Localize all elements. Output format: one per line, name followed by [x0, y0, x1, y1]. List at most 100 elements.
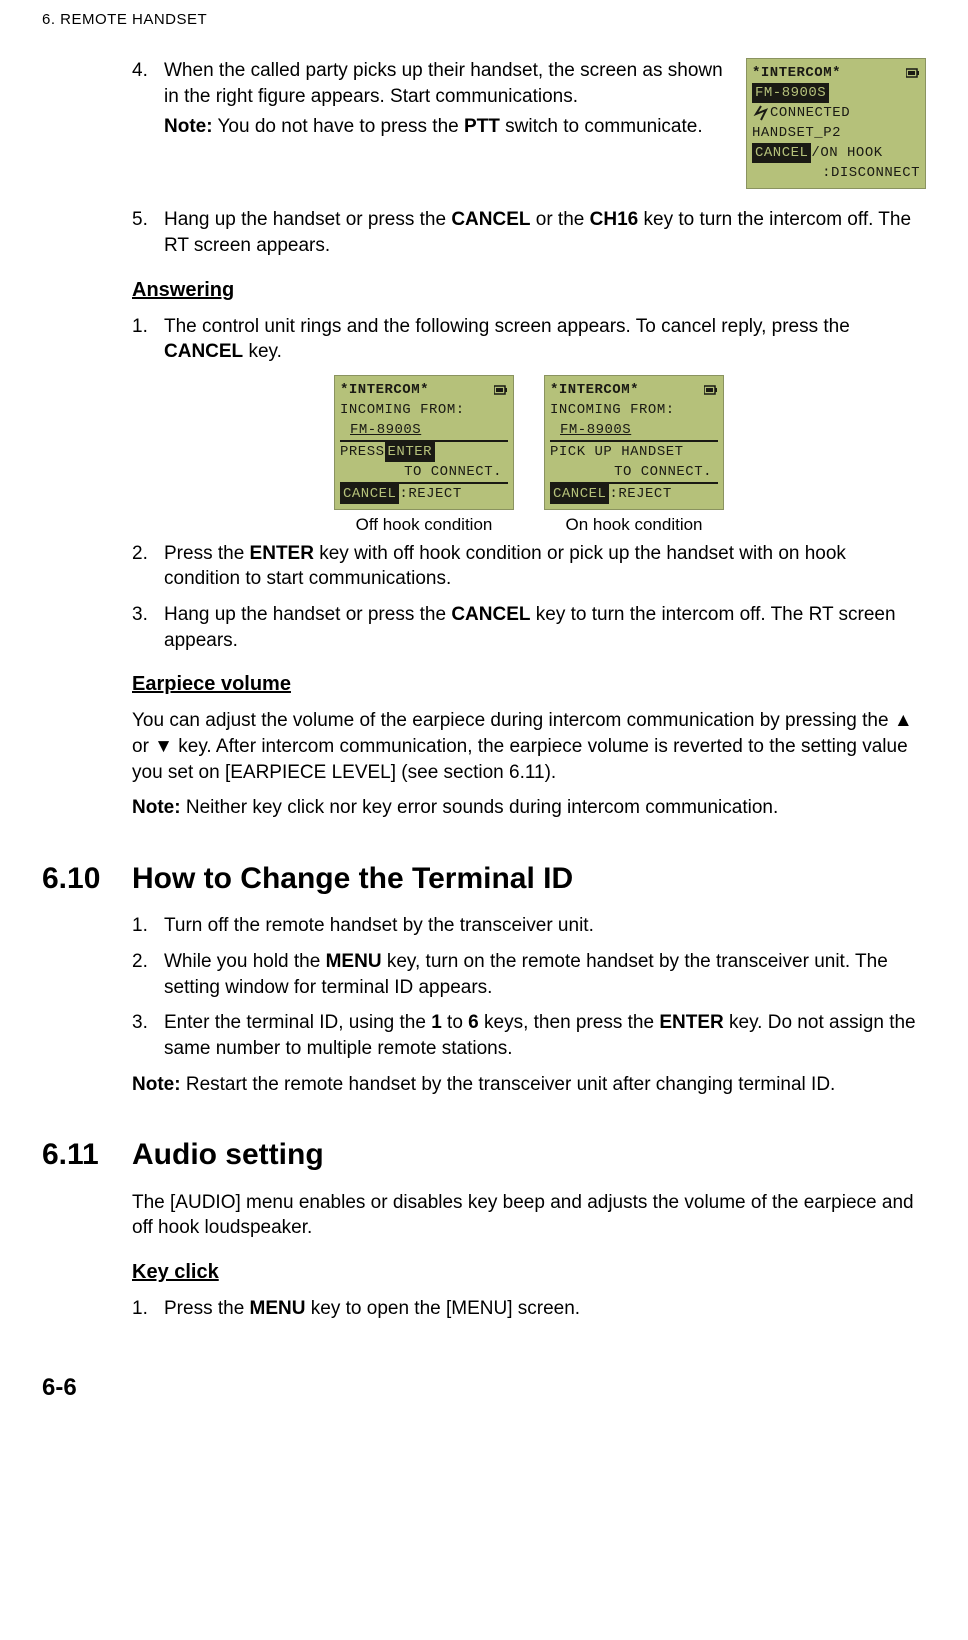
step-number: 3. — [132, 602, 164, 653]
s610-step-3: 3. Enter the terminal ID, using the 1 to… — [132, 1010, 926, 1061]
step-number: 1. — [132, 314, 164, 365]
lcd-line: FM-8900S — [350, 420, 421, 440]
page-number: 6-6 — [42, 1372, 926, 1404]
lcd-line3: HANDSET_P2 — [752, 123, 841, 143]
step-4: 4. When the called party picks up their … — [132, 58, 926, 189]
text: keys, then press the — [479, 1012, 660, 1033]
lcd-title: *INTERCOM* — [752, 63, 841, 83]
section-6-11-heading: 6.11 Audio setting — [42, 1135, 926, 1176]
lcd-foot2: :DISCONNECT — [822, 163, 920, 183]
lcd-on-hook: *INTERCOM* INCOMING FROM: FM-8900S PICK … — [544, 375, 724, 510]
text: The control unit rings and the following… — [164, 316, 850, 337]
lcd-line: FM-8900S — [560, 420, 631, 440]
note-text-a: You do not have to press the — [213, 116, 464, 137]
lcd-off-hook: *INTERCOM* INCOMING FROM: FM-8900S PRESS… — [334, 375, 514, 510]
text: Press the — [164, 543, 250, 564]
answering-step-1: 1. The control unit rings and the follow… — [132, 314, 926, 365]
cancel-key: CANCEL — [164, 341, 243, 362]
text: Hang up the handset or press the — [164, 604, 451, 625]
note-text: Neither key click nor key error sounds d… — [181, 797, 779, 818]
step-number: 1. — [132, 1296, 164, 1322]
text: Press the — [164, 1298, 250, 1319]
battery-icon — [906, 68, 920, 78]
lcd-connected: *INTERCOM* FM-8900S CONNECTED HANDSET_P2… — [746, 58, 926, 189]
step-5-text: Hang up the handset or press the CANCEL … — [164, 207, 926, 258]
incoming-screens: *INTERCOM* INCOMING FROM: FM-8900S PRESS… — [132, 375, 926, 537]
section-number: 6.10 — [42, 859, 132, 900]
menu-key: MENU — [326, 951, 382, 972]
step-number: 2. — [132, 949, 164, 1000]
ch16-key: CH16 — [590, 209, 639, 230]
step-number: 2. — [132, 541, 164, 592]
lcd-title: *INTERCOM* — [550, 380, 639, 400]
step-text: Press the MENU key to open the [MENU] sc… — [164, 1296, 926, 1322]
lcd-line: INCOMING FROM: — [340, 400, 465, 420]
cancel-label: CANCEL — [340, 484, 399, 504]
lcd-foot-rest: /ON HOOK — [811, 143, 882, 163]
answering-step-1-text: The control unit rings and the following… — [164, 314, 926, 365]
s610-note: Note: Restart the remote handset by the … — [132, 1072, 926, 1098]
battery-icon — [704, 385, 718, 395]
s610-step-2: 2. While you hold the MENU key, turn on … — [132, 949, 926, 1000]
earpiece-heading: Earpiece volume — [132, 671, 926, 698]
earpiece-note: Note: Neither key click nor key error so… — [132, 795, 926, 821]
note-label: Note: — [132, 797, 181, 818]
keyclick-heading: Key click — [132, 1259, 926, 1286]
answering-heading: Answering — [132, 277, 926, 304]
note-label: Note: — [164, 116, 213, 137]
section-title: How to Change the Terminal ID — [132, 859, 573, 900]
cancel-key: CANCEL — [451, 209, 530, 230]
key-6: 6 — [468, 1012, 479, 1033]
cancel-label: CANCEL — [550, 484, 609, 504]
text: key. — [243, 341, 282, 362]
lcd-foot-inv: CANCEL — [752, 143, 811, 163]
step-text: While you hold the MENU key, turn on the… — [164, 949, 926, 1000]
lcd-line: TO CONNECT. — [614, 462, 712, 482]
text: While you hold the — [164, 951, 326, 972]
text: Enter the terminal ID, using the — [164, 1012, 431, 1033]
section-6-10-heading: 6.10 How to Change the Terminal ID — [42, 859, 926, 900]
section-number: 6.11 — [42, 1135, 132, 1176]
lcd-title: *INTERCOM* — [340, 380, 429, 400]
on-hook-caption: On hook condition — [544, 514, 724, 537]
step-4-text: When the called party picks up their han… — [164, 58, 728, 189]
enter-label: ENTER — [385, 442, 436, 462]
step-text: Turn off the remote handset by the trans… — [164, 913, 926, 939]
lcd-line1: FM-8900S — [752, 83, 829, 103]
step-4-desc: When the called party picks up their han… — [164, 60, 723, 107]
answering-step-2-text: Press the ENTER key with off hook condit… — [164, 541, 926, 592]
text: or the — [530, 209, 589, 230]
text: Hang up the handset or press the — [164, 209, 451, 230]
lcd-foot: :REJECT — [399, 484, 461, 504]
note-text-b: switch to communicate. — [500, 116, 703, 137]
step-number: 5. — [132, 207, 164, 258]
cancel-key: CANCEL — [451, 604, 530, 625]
menu-key: MENU — [250, 1298, 306, 1319]
lcd-line: PRESS — [340, 442, 385, 462]
step-text: Enter the terminal ID, using the 1 to 6 … — [164, 1010, 926, 1061]
step-number: 4. — [132, 58, 164, 189]
s610-step-1: 1. Turn off the remote handset by the tr… — [132, 913, 926, 939]
step-5: 5. Hang up the handset or press the CANC… — [132, 207, 926, 258]
lcd-line2: CONNECTED — [770, 103, 850, 123]
s611-intro: The [AUDIO] menu enables or disables key… — [132, 1190, 926, 1241]
answering-step-2: 2. Press the ENTER key with off hook con… — [132, 541, 926, 592]
step-number: 1. — [132, 913, 164, 939]
lcd-foot: :REJECT — [609, 484, 671, 504]
text: key to open the [MENU] screen. — [306, 1298, 581, 1319]
ptt-label: PTT — [464, 116, 500, 137]
answering-step-3: 3. Hang up the handset or press the CANC… — [132, 602, 926, 653]
lcd-line: TO CONNECT. — [404, 462, 502, 482]
battery-icon — [494, 385, 508, 395]
text: to — [442, 1012, 468, 1033]
enter-key: ENTER — [659, 1012, 723, 1033]
lcd-line: INCOMING FROM: — [550, 400, 675, 420]
step-number: 3. — [132, 1010, 164, 1061]
section-title: Audio setting — [132, 1135, 324, 1176]
answering-step-3-text: Hang up the handset or press the CANCEL … — [164, 602, 926, 653]
off-hook-caption: Off hook condition — [334, 514, 514, 537]
s611-step-1: 1. Press the MENU key to open the [MENU]… — [132, 1296, 926, 1322]
enter-key: ENTER — [250, 543, 314, 564]
running-header: 6. REMOTE HANDSET — [42, 0, 926, 58]
key-1: 1 — [431, 1012, 442, 1033]
